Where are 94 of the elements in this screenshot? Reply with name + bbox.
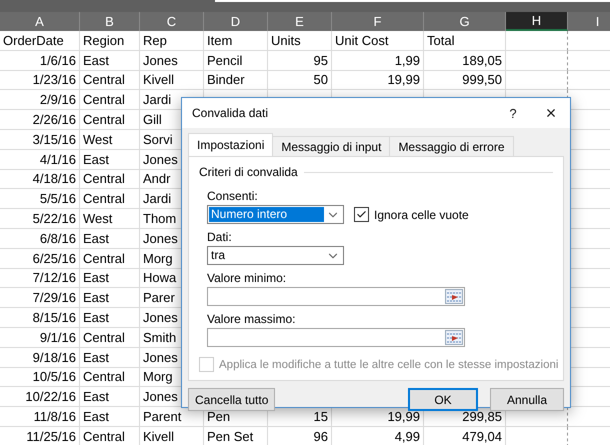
table-cell: East xyxy=(80,407,140,427)
table-cell: 5/5/16 xyxy=(0,189,80,210)
column-title-cell: Item xyxy=(204,31,268,51)
table-cell: Central xyxy=(80,426,140,445)
table-cell: 1,99 xyxy=(332,50,424,71)
dialog-button[interactable]: Cancella tutto xyxy=(188,388,276,411)
table-cell: 479,04 xyxy=(424,426,506,445)
column-header[interactable]: I xyxy=(568,12,610,31)
table-cell: 4/18/16 xyxy=(0,170,80,190)
table-cell: East xyxy=(80,268,140,288)
table-cell: 4/1/16 xyxy=(0,150,80,170)
table-cell: 7/12/16 xyxy=(0,268,80,288)
table-cell: Jones xyxy=(140,50,204,71)
table-cell: East xyxy=(80,387,140,408)
column-header[interactable]: H xyxy=(506,12,568,31)
table-cell: Central xyxy=(80,70,140,90)
empty-cell xyxy=(506,31,568,51)
table-cell: Kivell xyxy=(140,70,204,90)
tab[interactable]: Impostazioni xyxy=(188,133,274,156)
column-title-cell: Rep xyxy=(140,31,204,51)
help-button[interactable]: ? xyxy=(494,98,532,128)
table-cell: Central xyxy=(80,189,140,210)
input-field[interactable] xyxy=(207,287,465,306)
tab[interactable]: Messaggio di errore xyxy=(389,136,514,156)
table-cell: 1/23/16 xyxy=(0,70,80,90)
column-title-cell: OrderDate xyxy=(0,31,80,51)
table-cell: 5/22/16 xyxy=(0,209,80,229)
column-title-cell: Total xyxy=(424,31,506,51)
table-cell: 50 xyxy=(268,70,332,90)
table-cell: 6/8/16 xyxy=(0,228,80,249)
table-cell: Central xyxy=(80,368,140,388)
table-cell: 10/5/16 xyxy=(0,368,80,388)
input-field[interactable] xyxy=(207,328,465,347)
table-cell: Binder xyxy=(204,70,268,90)
column-title-cell: Units xyxy=(268,31,332,51)
table-cell: 8/15/16 xyxy=(0,308,80,328)
table-cell: Central xyxy=(80,170,140,190)
dialog-button[interactable]: OK xyxy=(408,388,478,411)
table-cell: 7/29/16 xyxy=(0,288,80,308)
column-header[interactable]: D xyxy=(204,12,268,31)
table-cell: 3/15/16 xyxy=(0,130,80,150)
table-cell: Pen Set xyxy=(204,426,268,445)
checkbox-label: Applica le modifiche a tutte le altre celle con le stesse impostazioni xyxy=(219,358,558,370)
table-cell: East xyxy=(80,288,140,308)
table-cell: 2/9/16 xyxy=(0,90,80,110)
column-header[interactable]: B xyxy=(80,12,140,31)
data-dropdown[interactable]: tra xyxy=(207,246,344,265)
column-header[interactable]: A xyxy=(0,12,80,31)
table-cell: 10/22/16 xyxy=(0,387,80,408)
table-cell: East xyxy=(80,50,140,71)
table-cell: 11/25/16 xyxy=(0,426,80,445)
table-cell: East xyxy=(80,308,140,328)
column-header[interactable]: F xyxy=(332,12,424,31)
table-cell: West xyxy=(80,130,140,150)
table-cell: 999,50 xyxy=(424,70,506,90)
range-picker-icon[interactable] xyxy=(445,289,463,304)
table-cell: 1/6/16 xyxy=(0,50,80,71)
table-cell: 9/18/16 xyxy=(0,348,80,368)
column-title-cell: Unit Cost xyxy=(332,31,424,51)
table-cell: West xyxy=(80,209,140,229)
table-cell: East xyxy=(80,348,140,368)
dialog-button[interactable]: Annulla xyxy=(490,388,564,411)
table-cell: 4,99 xyxy=(332,426,424,445)
table-cell: 2/26/16 xyxy=(0,110,80,130)
allow-dropdown[interactable]: Numero intero xyxy=(207,205,344,224)
table-cell: Central xyxy=(80,90,140,110)
range-picker-icon[interactable] xyxy=(445,330,463,345)
checkbox[interactable] xyxy=(354,207,369,222)
column-header[interactable]: E xyxy=(268,12,332,31)
close-button[interactable]: × xyxy=(532,98,570,128)
table-cell: Central xyxy=(80,328,140,348)
field-label: Valore minimo: xyxy=(207,271,288,285)
field-label: Dati: xyxy=(207,230,233,244)
table-cell: Central xyxy=(80,248,140,269)
check-icon xyxy=(356,209,367,220)
table-cell: Pencil xyxy=(204,50,268,71)
table-cell: 189,05 xyxy=(424,50,506,71)
table-cell: 11/8/16 xyxy=(0,407,80,427)
table-cell: 9/1/16 xyxy=(0,328,80,348)
table-cell: 95 xyxy=(268,50,332,71)
table-cell: Central xyxy=(80,110,140,130)
empty-cell xyxy=(506,50,568,71)
field-label: Consenti: xyxy=(207,189,259,203)
table-cell: 19,99 xyxy=(332,70,424,90)
column-header[interactable]: C xyxy=(140,12,204,31)
table-cell: 6/25/16 xyxy=(0,248,80,269)
tab[interactable]: Messaggio di input xyxy=(272,136,390,156)
checkbox-label: Ignora celle vuote xyxy=(374,208,469,222)
table-cell: 96 xyxy=(268,426,332,445)
column-title-cell: Region xyxy=(80,31,140,51)
table-cell: Kivell xyxy=(140,426,204,445)
table-cell: East xyxy=(80,228,140,249)
field-label: Valore massimo: xyxy=(207,312,296,326)
table-cell: East xyxy=(80,150,140,170)
